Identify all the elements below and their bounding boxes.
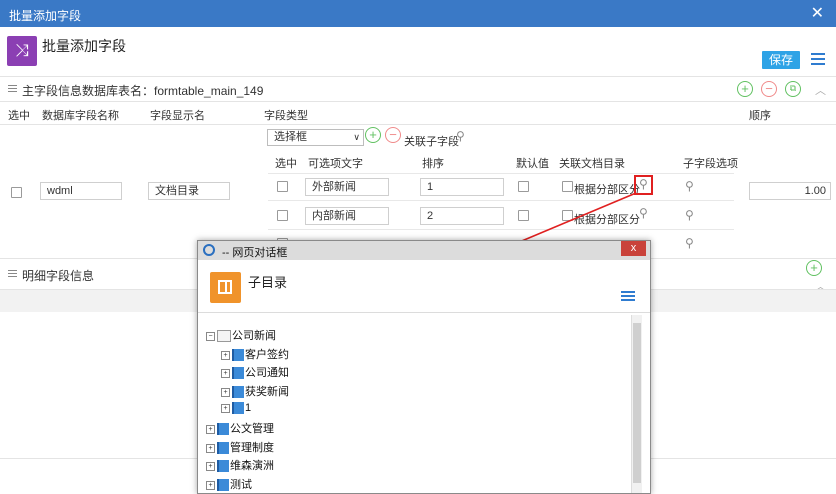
divider <box>198 312 650 313</box>
tree-node[interactable]: + 管理制度 <box>206 439 274 455</box>
folder-icon <box>232 386 244 399</box>
expand-icon[interactable]: + <box>221 350 230 360</box>
folder-open-icon <box>217 330 231 343</box>
expand-icon[interactable]: + <box>206 480 215 490</box>
expand-icon[interactable]: + <box>206 443 215 453</box>
dialog-title: -- 网页对话框 <box>222 247 288 259</box>
tree-node[interactable]: − 公司新闻 <box>206 327 276 343</box>
dialog-scrollbar[interactable] <box>631 315 642 493</box>
expand-icon[interactable]: + <box>206 461 215 471</box>
dialog-header-title: 子目录 <box>248 275 288 290</box>
tree-node[interactable]: + 客户签约 <box>221 346 289 362</box>
folder-icon <box>217 460 229 473</box>
folder-icon <box>217 423 229 436</box>
collapse-icon[interactable]: − <box>206 331 215 341</box>
expand-icon[interactable]: + <box>206 424 215 434</box>
expand-icon[interactable]: + <box>221 387 230 397</box>
ie-icon <box>203 244 215 256</box>
book-icon <box>210 272 241 303</box>
tree-node[interactable]: + 获奖新闻 <box>221 383 289 399</box>
tree-node[interactable]: +1 <box>221 402 251 415</box>
folder-icon <box>232 367 244 380</box>
expand-icon[interactable]: + <box>221 368 230 378</box>
scrollbar-thumb[interactable] <box>633 323 641 483</box>
tree-node[interactable]: + 维森演洲 <box>206 457 274 473</box>
folder-icon <box>217 479 229 492</box>
folder-icon <box>232 349 244 362</box>
dialog-close-button[interactable]: x <box>621 241 646 256</box>
dialog-titlebar: -- 网页对话框 x <box>198 241 650 260</box>
tree-node[interactable]: + 测试 <box>206 476 252 492</box>
tree-node[interactable]: + 公司通知 <box>221 364 289 380</box>
subdirectory-dialog: -- 网页对话框 x 子目录 − 公司新闻 + 客户签约 + 公司通知 + 获奖新闻 +… <box>197 240 651 494</box>
list-menu-icon[interactable] <box>621 291 635 303</box>
folder-icon <box>217 442 229 455</box>
folder-icon <box>232 402 244 415</box>
tree-node[interactable]: + 公文管理 <box>206 420 274 436</box>
expand-icon[interactable]: + <box>221 403 230 413</box>
